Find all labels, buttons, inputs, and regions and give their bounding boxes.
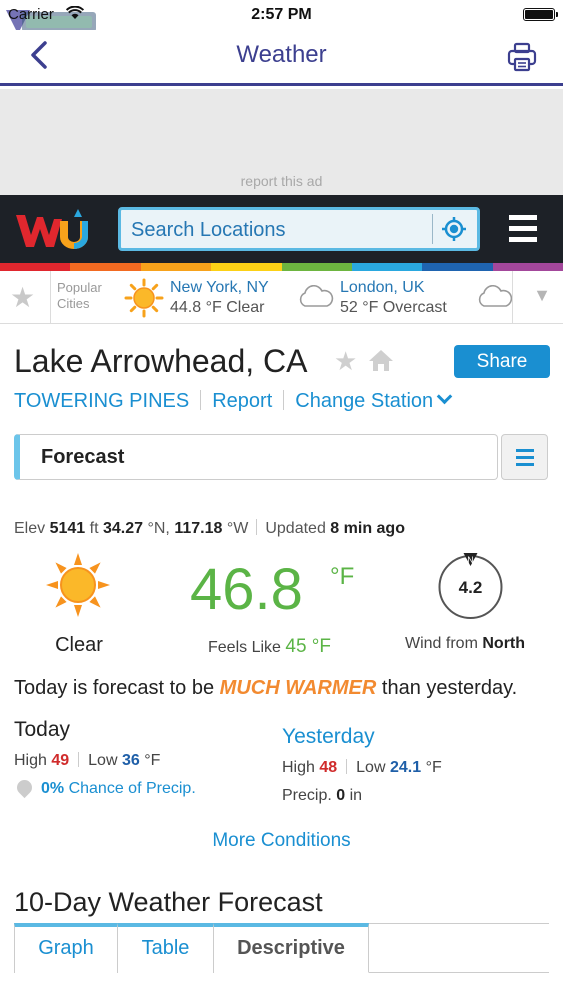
favorite-star-icon[interactable]: ★	[334, 346, 357, 377]
popular-city-london[interactable]: London, UK 52 °F Overcast	[340, 278, 447, 318]
divider	[512, 271, 513, 324]
expand-caret-icon[interactable]: ▼	[533, 285, 551, 306]
sun-icon	[46, 553, 110, 617]
share-button[interactable]: Share	[454, 345, 550, 378]
favorite-star-icon[interactable]: ★	[10, 281, 35, 314]
color-stripe-segment	[351, 263, 423, 271]
location-title: Lake Arrowhead, CA	[14, 343, 308, 379]
color-stripe	[0, 263, 563, 271]
today-precip: 0% Chance of Precip.	[13, 776, 196, 799]
search-input[interactable]: Search Locations	[118, 207, 480, 251]
report-ad-link[interactable]: report this ad	[0, 173, 563, 189]
color-stripe-segment	[422, 263, 493, 271]
chevron-down-icon	[436, 388, 453, 405]
locate-icon[interactable]	[441, 216, 467, 242]
yesterday-high-low: High 48 Low 24.1 °F	[282, 759, 442, 776]
tab-graph[interactable]: Graph	[14, 923, 118, 973]
divider	[200, 390, 202, 410]
divider	[50, 271, 51, 324]
search-placeholder: Search Locations	[131, 219, 286, 241]
feels-like-value: 45 °F	[285, 636, 331, 657]
raindrop-icon	[13, 776, 36, 799]
station-info: Elev 5141 ft 34.27 °N, 117.18 °W Updated …	[14, 519, 405, 537]
list-view-button[interactable]	[501, 434, 548, 480]
wind-direction: Wind from North	[405, 635, 526, 652]
nav-bar: Weather	[0, 30, 563, 86]
page-title: Weather	[236, 41, 327, 68]
popular-cities-label: Popular Cities	[57, 280, 102, 311]
temperature-unit: °F	[330, 563, 355, 590]
tab-spacer	[369, 923, 549, 973]
color-stripe-segment	[140, 263, 212, 271]
cloud-icon	[478, 285, 513, 307]
forecast-summary: Today is forecast to be MUCH WARMER than…	[14, 677, 518, 699]
forecast-emphasis: MUCH WARMER	[219, 677, 377, 699]
color-stripe-segment	[70, 263, 141, 271]
wind-speed: 4.2	[459, 578, 483, 597]
tab-descriptive[interactable]: Descriptive	[214, 923, 369, 973]
cloud-icon	[299, 285, 334, 307]
more-conditions-link[interactable]: More Conditions	[0, 830, 563, 852]
compass-north-letter: N	[467, 555, 474, 565]
today-high-low: High 49 Low 36 °F	[14, 752, 161, 769]
forecast-select-value: Forecast	[41, 446, 125, 468]
feels-like: Feels Like 45 °F	[208, 636, 331, 657]
divider	[283, 390, 285, 410]
print-icon[interactable]	[507, 42, 537, 72]
forecast-select[interactable]: Forecast	[14, 434, 498, 480]
wu-logo-icon[interactable]	[12, 207, 94, 253]
station-name-link[interactable]: TOWERING PINES	[14, 390, 189, 412]
battery-icon	[523, 8, 558, 21]
ten-day-tabs: Graph Table Descriptive	[14, 923, 549, 973]
status-bar: Carrier 2:57 PM	[0, 0, 563, 34]
home-icon[interactable]	[368, 348, 394, 372]
yesterday-title[interactable]: Yesterday	[282, 725, 375, 749]
station-links: TOWERING PINES Report Change Station	[14, 388, 453, 413]
current-temperature: 46.8	[190, 557, 303, 622]
color-stripe-segment	[492, 263, 563, 271]
ad-banner: report this ad	[0, 89, 563, 195]
tab-table[interactable]: Table	[118, 923, 214, 973]
today-title: Today	[14, 718, 71, 741]
wind-compass-icon: N 4.2	[438, 553, 503, 619]
search-divider	[432, 214, 433, 244]
report-link[interactable]: Report	[212, 390, 272, 412]
sun-icon	[124, 278, 164, 318]
color-stripe-segment	[211, 263, 282, 271]
change-station-link[interactable]: Change Station	[295, 388, 453, 412]
popular-city-newyork[interactable]: New York, NY 44.8 °F Clear	[170, 278, 269, 318]
ten-day-title: 10-Day Weather Forecast	[14, 887, 323, 917]
wu-header: Search Locations	[0, 195, 563, 263]
color-stripe-segment	[281, 263, 352, 271]
menu-icon[interactable]	[509, 215, 537, 243]
popular-cities-bar: ★ Popular Cities New York, NY 44.8 °F Cl…	[0, 271, 563, 324]
status-time: 2:57 PM	[251, 6, 312, 23]
yesterday-precip: Precip. 0 in	[282, 787, 363, 804]
color-stripe-segment	[0, 263, 71, 271]
condition-label: Clear	[55, 634, 103, 656]
